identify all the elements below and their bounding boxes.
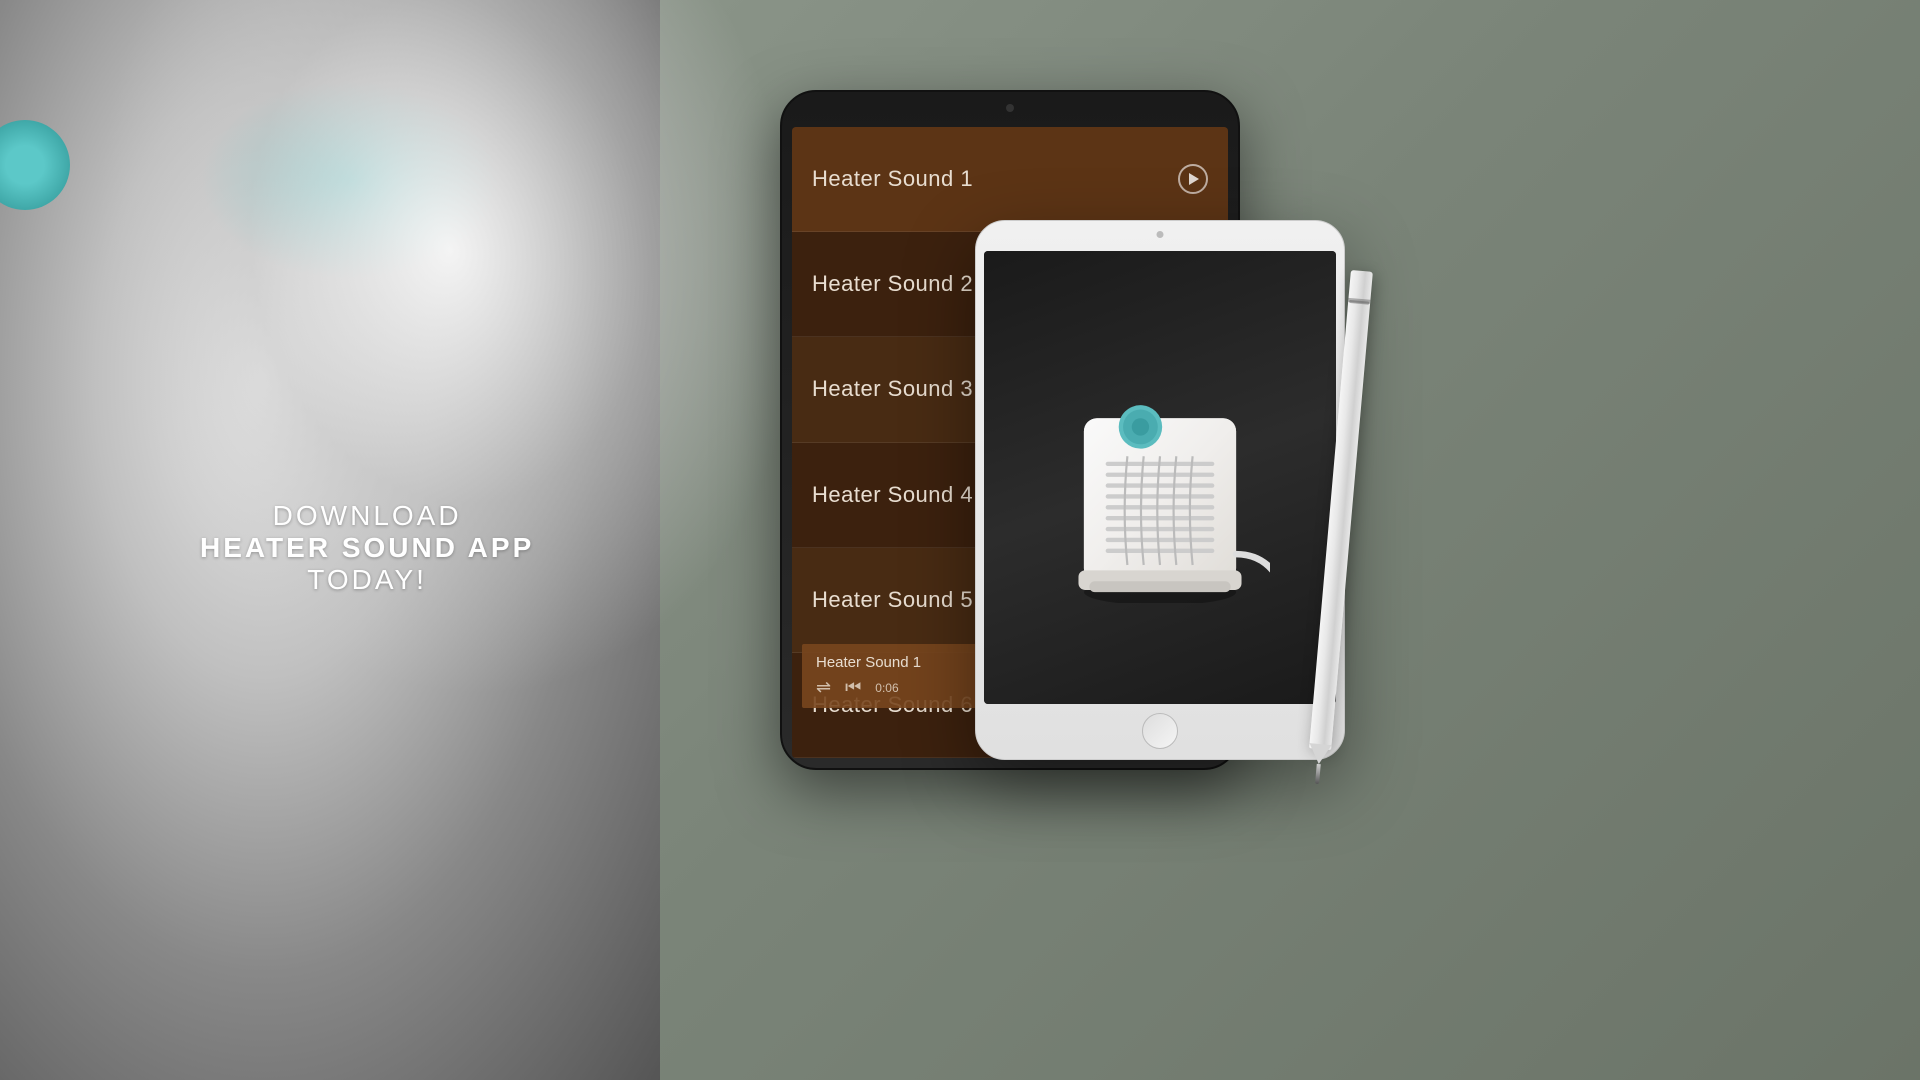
ipad-white-camera bbox=[1157, 231, 1164, 238]
sound-label-2: Heater Sound 2 bbox=[812, 271, 973, 297]
playback-time: 0:06 bbox=[875, 681, 898, 695]
ipad-white bbox=[975, 220, 1345, 760]
ipad-dark-camera bbox=[1006, 104, 1014, 112]
sound-label-5: Heater Sound 5 bbox=[812, 587, 973, 613]
download-line2: HEATER SOUND APP bbox=[200, 532, 534, 564]
heater-image-area bbox=[984, 251, 1336, 704]
play-icon-1[interactable] bbox=[1178, 164, 1208, 194]
home-button[interactable] bbox=[1142, 713, 1178, 749]
skip-back-button[interactable]: ⏮ bbox=[845, 677, 861, 698]
download-line1: DOWNLOAD bbox=[200, 500, 534, 532]
sound-label-4: Heater Sound 4 bbox=[812, 482, 973, 508]
sound-label-1: Heater Sound 1 bbox=[812, 166, 973, 192]
heater-illustration bbox=[1050, 353, 1270, 603]
download-line3: TODAY! bbox=[200, 564, 534, 596]
shuffle-button[interactable]: ⇌ bbox=[816, 677, 831, 698]
download-text-block: DOWNLOAD HEATER SOUND APP TODAY! bbox=[200, 500, 534, 596]
pencil-stripe bbox=[1348, 298, 1370, 304]
ipad-white-screen bbox=[984, 251, 1336, 704]
sound-label-3: Heater Sound 3 bbox=[812, 376, 973, 402]
sound-item-1[interactable]: Heater Sound 1 bbox=[792, 127, 1228, 232]
